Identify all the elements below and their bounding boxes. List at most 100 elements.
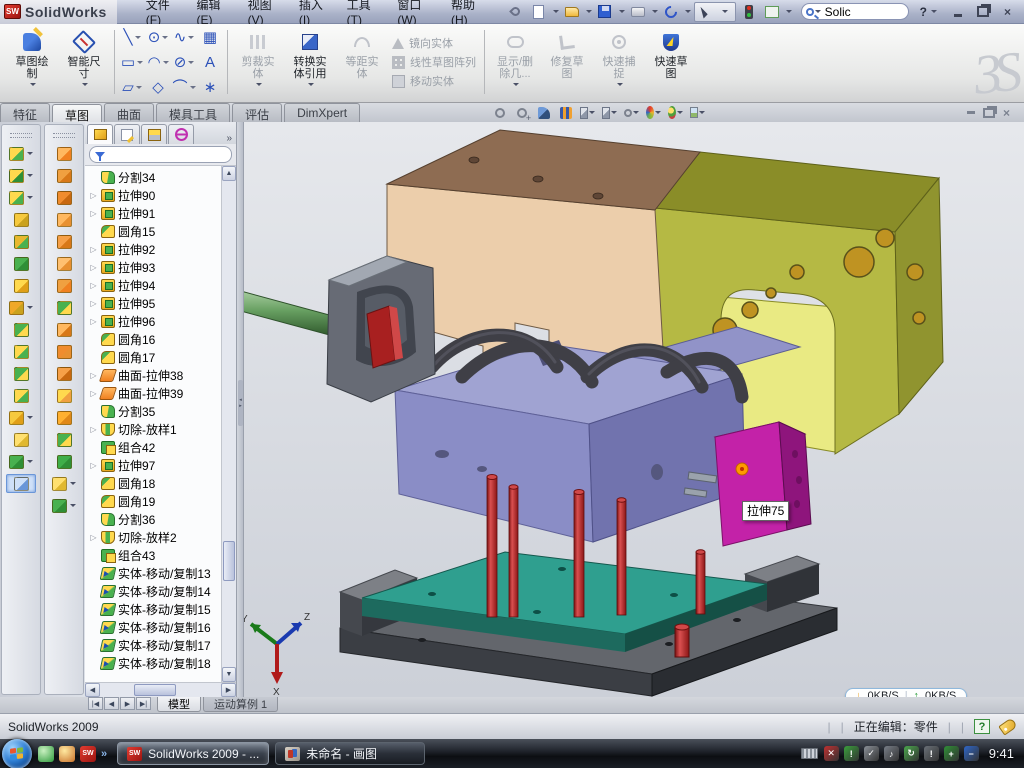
tree-item[interactable]: ▷拉伸96 [89, 312, 221, 330]
reference-plane-button[interactable] [6, 430, 36, 449]
thicken-button[interactable] [49, 408, 79, 427]
dropdown-arrow-icon[interactable] [188, 36, 194, 39]
tree-item[interactable]: 圆角19 [89, 492, 221, 510]
minimize-button[interactable] [947, 3, 968, 20]
polygon-button[interactable]: ◇ [145, 75, 171, 100]
tree-item[interactable]: 分割35 [89, 402, 221, 420]
ellipse-button[interactable]: ⊘ [171, 50, 197, 75]
dropdown-arrow-icon[interactable] [677, 111, 683, 114]
draft-button[interactable] [6, 276, 36, 295]
launcher-icon[interactable] [59, 746, 75, 762]
manager-overflow-chevron[interactable]: » [226, 133, 232, 144]
tree-item[interactable]: ▷曲面-拉伸39 [89, 384, 221, 402]
view-dots-button[interactable] [668, 105, 683, 120]
dropdown-arrow-icon[interactable] [70, 504, 76, 507]
tree-item[interactable]: 圆角18 [89, 474, 221, 492]
update-check-icon[interactable]: ✓ [864, 746, 879, 761]
dropdown-arrow-icon[interactable] [135, 36, 141, 39]
task-button-solidworks[interactable]: SWSolidWorks 2009 - ... [117, 742, 269, 765]
tree-item[interactable]: 圆角16 [89, 330, 221, 348]
start-button[interactable] [2, 739, 32, 768]
tree-item[interactable]: ▷拉伸90 [89, 186, 221, 204]
swept-boss-button[interactable] [6, 210, 36, 229]
dropdown-arrow-icon[interactable] [190, 86, 196, 89]
expand-arrow-icon[interactable]: ▷ [89, 389, 98, 398]
tree-item[interactable]: 圆角17 [89, 348, 221, 366]
apply-scene-button[interactable] [646, 105, 661, 120]
combine-button[interactable] [6, 364, 36, 383]
trim-surface-button[interactable] [49, 342, 79, 361]
revolved-surface-button[interactable] [49, 166, 79, 185]
dropdown-arrow-icon[interactable] [70, 482, 76, 485]
select-dropdown[interactable] [715, 3, 735, 21]
tree-item[interactable]: 分割36 [89, 510, 221, 528]
expand-arrow-icon[interactable]: ▷ [89, 263, 98, 272]
extrude-boss-button[interactable] [6, 144, 36, 163]
dropdown-arrow-icon[interactable] [589, 111, 595, 114]
dropdown-arrow-icon[interactable] [27, 306, 33, 309]
tree-horizontal-scrollbar[interactable]: ◀ ▶ [85, 682, 236, 697]
tree-item[interactable]: 组合43 [89, 546, 221, 564]
planar-surface-button[interactable] [49, 276, 79, 295]
scroll-up-button[interactable]: ▲ [222, 166, 236, 181]
expand-arrow-icon[interactable]: ▷ [89, 281, 98, 290]
tree-item[interactable]: 实体-移动/复制13 [89, 564, 221, 582]
doc-restore-button[interactable] [983, 108, 995, 118]
expand-arrow-icon[interactable]: ▷ [89, 317, 98, 326]
edit-scene-button[interactable] [690, 105, 705, 120]
display-style-button[interactable] [602, 105, 617, 120]
point-button[interactable]: ∗ [197, 75, 223, 100]
dropdown-arrow-icon[interactable] [162, 36, 168, 39]
view-orientation-button[interactable] [580, 105, 595, 120]
arc-button[interactable]: ◠ [145, 50, 171, 75]
fillet-surface-button[interactable] [49, 430, 79, 449]
security-shield-icon[interactable]: ! [844, 746, 859, 761]
protect-plus-icon[interactable]: + [944, 746, 959, 761]
filled-surface-button[interactable] [49, 452, 79, 471]
dropdown-arrow-icon[interactable] [699, 111, 705, 114]
tab-特征[interactable]: 特征 [0, 103, 50, 122]
next-tab-button[interactable]: ▶ [120, 697, 135, 710]
lofted-boss-button[interactable] [6, 232, 36, 251]
section-view-button[interactable] [536, 105, 551, 120]
dropdown-arrow-icon[interactable] [163, 61, 169, 64]
sketch-fillet-button[interactable]: ⌒ [171, 75, 197, 100]
expand-arrow-icon[interactable]: ▷ [89, 299, 98, 308]
tab-DimXpert[interactable]: DimXpert [284, 103, 360, 122]
extruded-surface-button[interactable] [49, 144, 79, 163]
tree-item[interactable]: ▷拉伸91 [89, 204, 221, 222]
search-scope-dropdown[interactable] [815, 10, 821, 13]
pattern-button[interactable] [6, 298, 36, 317]
delete-face-button[interactable] [49, 364, 79, 383]
line-button[interactable]: ╲ [119, 25, 145, 50]
tree-filter-input[interactable] [89, 146, 232, 163]
configuration-manager-tab[interactable] [141, 124, 167, 144]
dropdown-arrow-icon[interactable] [27, 460, 33, 463]
bottom-tab-模型[interactable]: 模型 [157, 697, 201, 712]
rectangle-button[interactable]: ▭ [119, 50, 145, 75]
tree-item[interactable]: ▷拉伸92 [89, 240, 221, 258]
search-input[interactable]: Solic [825, 5, 851, 19]
smart-dimension-button[interactable]: 智能尺 寸 [58, 26, 110, 98]
tree-item[interactable]: 圆角15 [89, 222, 221, 240]
boundary-surface-button[interactable] [49, 232, 79, 251]
dropdown-arrow-icon[interactable] [27, 196, 33, 199]
tab-曲面[interactable]: 曲面 [104, 103, 154, 122]
scroll-right-button[interactable]: ▶ [221, 683, 236, 697]
feature-manager-tab[interactable] [87, 124, 113, 144]
convert-entities-button[interactable]: 转换实 体引用 [284, 26, 336, 98]
dropdown-arrow-icon[interactable] [136, 86, 142, 89]
open-button[interactable] [562, 3, 582, 21]
move-copy-body-button[interactable] [6, 386, 36, 405]
tree-item[interactable]: 实体-移动/复制15 [89, 600, 221, 618]
last-tab-button[interactable]: ▶| [136, 697, 151, 710]
shell-button[interactable] [6, 254, 36, 273]
expand-arrow-icon[interactable]: ▷ [89, 425, 98, 434]
bottom-tab-运动算例 1[interactable]: 运动算例 1 [203, 697, 278, 712]
sync-icon[interactable]: ↻ [904, 746, 919, 761]
text-button[interactable]: A [197, 50, 223, 75]
vertical-scroll-thumb[interactable] [223, 541, 235, 581]
dropdown-arrow-icon[interactable] [27, 416, 33, 419]
expand-arrow-icon[interactable]: ▷ [89, 533, 98, 542]
tab-草图[interactable]: 草图 [52, 104, 102, 123]
